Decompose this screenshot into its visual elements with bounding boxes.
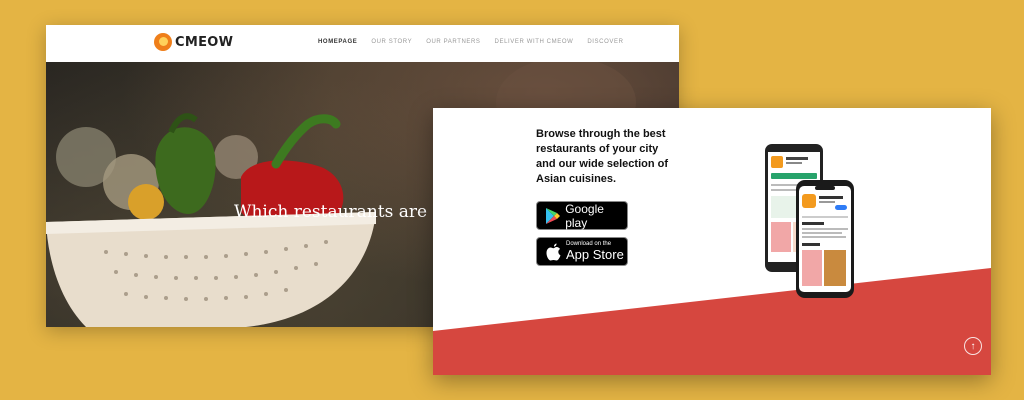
nav-deliver-with-cmeow[interactable]: DELIVER WITH CMEOW (495, 39, 574, 45)
apple-icon (542, 241, 564, 263)
google-play-icon (542, 205, 563, 227)
app-download-window: Browse through the best restaurants of y… (433, 108, 991, 375)
scroll-to-top-button[interactable]: ↑ (964, 337, 982, 355)
nav-homepage[interactable]: HOMEPAGE (318, 39, 357, 45)
nav-links: HOMEPAGE OUR STORY OUR PARTNERS DELIVER … (318, 39, 624, 45)
arrow-up-icon: ↑ (970, 340, 976, 352)
top-navigation-bar: CMEOW HOMEPAGE OUR STORY OUR PARTNERS DE… (46, 25, 679, 62)
nav-discover[interactable]: DISCOVER (587, 39, 623, 45)
nav-our-story[interactable]: OUR STORY (371, 39, 412, 45)
google-play-button[interactable]: Google play (536, 201, 628, 230)
cmeow-logo-icon (154, 33, 172, 51)
cmeow-logo[interactable]: CMEOW (154, 33, 233, 51)
logo-text: CMEOW (175, 34, 234, 50)
app-store-button[interactable]: Download on the App Store (536, 237, 628, 266)
app-store-label: Download on the App Store (566, 241, 624, 262)
nav-our-partners[interactable]: OUR PARTNERS (426, 39, 480, 45)
hero-headline: Which restaurants are n (234, 202, 444, 222)
google-play-label: Google play (565, 201, 604, 230)
app-tagline: Browse through the best restaurants of y… (536, 128, 669, 185)
red-diagonal-band (433, 268, 991, 375)
phone-mockups (765, 144, 854, 298)
app-store-big-text: App Store (566, 247, 624, 262)
